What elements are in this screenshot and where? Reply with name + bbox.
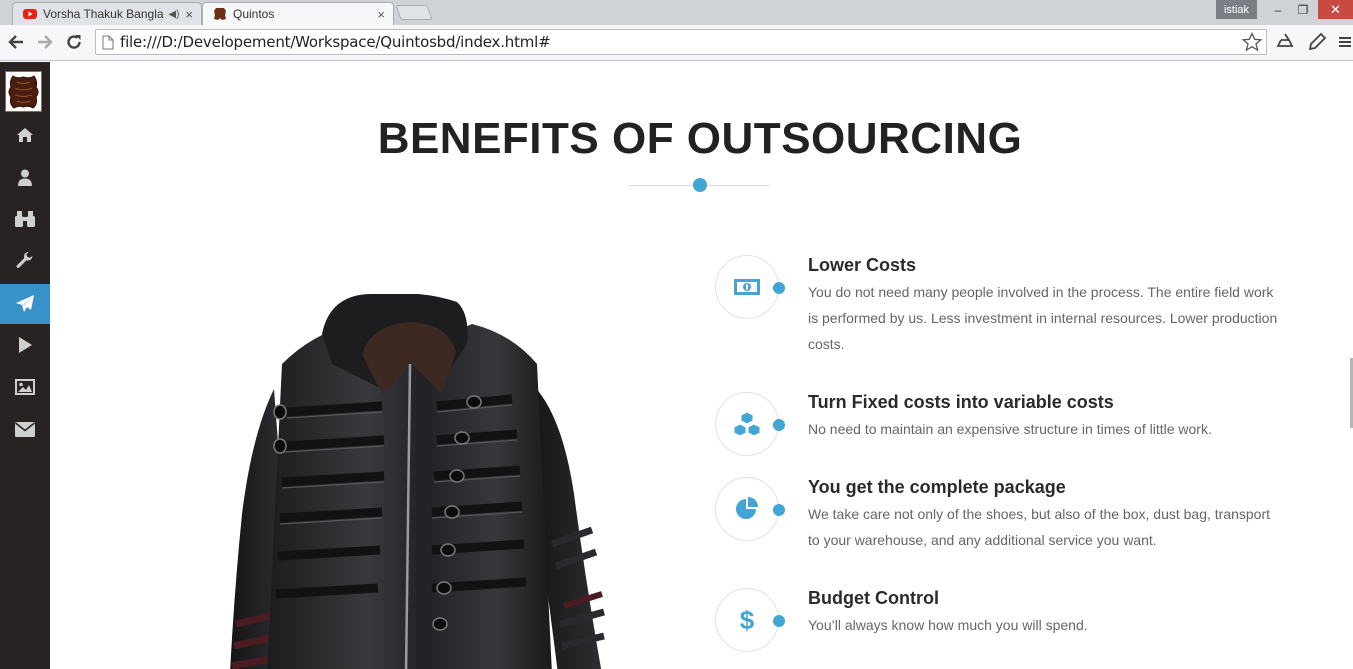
forward-arrow-icon	[38, 35, 53, 49]
browser-toolbar: file:///D:/Developement/Workspace/Quinto…	[0, 25, 1353, 61]
benefit-text: You do not need many people involved in …	[808, 284, 1278, 352]
reload-icon	[67, 35, 81, 49]
page-icon	[102, 35, 114, 50]
dollar-icon: $	[740, 606, 755, 634]
wrench-icon	[16, 252, 33, 268]
speaker-icon[interactable]: ◀)	[168, 9, 179, 20]
sidebar-item-home[interactable]	[0, 115, 50, 155]
profile-badge[interactable]: istiak	[1216, 0, 1257, 19]
tab-close-button[interactable]: ×	[185, 7, 193, 22]
benefit-text: We take care not only of the shoes, but …	[808, 506, 1271, 548]
sidebar-nav	[0, 62, 50, 669]
close-window-button[interactable]: ✕	[1318, 0, 1353, 19]
home-icon	[17, 128, 33, 142]
page-viewport: BENEFITS OF OUTSOURCING Lower Costs You …	[0, 62, 1353, 669]
benefit-dot	[773, 282, 785, 294]
benefit-dot	[773, 615, 785, 627]
minimize-button[interactable]: –	[1266, 0, 1290, 19]
benefit-icon-circle: $	[715, 588, 779, 652]
tab-quintos[interactable]: Quintos ×	[202, 2, 394, 25]
user-icon	[18, 169, 32, 186]
benefit-icon-circle	[715, 255, 779, 319]
extension-pen-button[interactable]	[1305, 30, 1329, 54]
cubes-icon	[733, 411, 761, 437]
back-arrow-icon	[8, 35, 23, 49]
sidebar-item-gallery[interactable]	[0, 367, 50, 407]
tab-title: Vorsha Thakuk Bangla	[43, 7, 164, 21]
new-tab-button[interactable]	[395, 5, 433, 20]
restore-button[interactable]: ❐	[1291, 0, 1315, 19]
sidebar-item-video[interactable]	[0, 325, 50, 365]
reload-button[interactable]	[62, 30, 86, 54]
play-icon	[19, 337, 32, 353]
sidebar-item-outsourcing[interactable]	[0, 284, 50, 324]
youtube-icon	[23, 9, 37, 19]
svg-text:$: $	[740, 606, 755, 634]
extension-recycle-button[interactable]	[1273, 30, 1297, 54]
url-text: file:///D:/Developement/Workspace/Quinto…	[120, 33, 551, 51]
tab-title: Quintos	[233, 7, 275, 21]
recycle-icon	[1276, 33, 1294, 47]
leather-hide-logo-icon	[8, 74, 39, 109]
hamburger-menu-icon	[1338, 37, 1351, 47]
benefit-title: Lower Costs	[808, 255, 917, 275]
leather-jacket-image	[230, 294, 605, 669]
money-icon	[734, 279, 760, 295]
back-button[interactable]	[4, 30, 28, 54]
bookmark-star-icon[interactable]	[1242, 32, 1262, 52]
tab-youtube[interactable]: Vorsha Thakuk Bangla ◀) ×	[12, 2, 202, 25]
benefit-text: No need to maintain an expensive structu…	[808, 421, 1212, 437]
benefit-title: You get the complete package	[808, 477, 1066, 497]
title-divider-right	[706, 185, 770, 186]
sidebar-item-contact[interactable]	[0, 409, 50, 449]
pie-chart-icon	[736, 497, 758, 519]
benefit-dot	[773, 504, 785, 516]
tab-close-button[interactable]: ×	[377, 7, 385, 22]
tab-strip: Vorsha Thakuk Bangla ◀) × Quintos × isti…	[0, 0, 1353, 25]
sidebar-item-search[interactable]	[0, 199, 50, 239]
picture-icon	[15, 379, 35, 395]
section-title: BENEFITS OF OUTSOURCING	[377, 114, 1023, 163]
leather-logo-icon	[214, 8, 226, 20]
pencil-icon	[1308, 32, 1327, 51]
brand-logo[interactable]	[5, 71, 42, 112]
menu-button[interactable]	[1336, 30, 1353, 54]
address-bar[interactable]: file:///D:/Developement/Workspace/Quinto…	[95, 29, 1267, 55]
benefit-dot	[773, 419, 785, 431]
benefit-icon-circle	[715, 477, 779, 541]
binoculars-icon	[15, 211, 35, 227]
envelope-icon	[15, 421, 35, 437]
forward-button[interactable]	[33, 30, 57, 54]
benefit-title: Turn Fixed costs into variable costs	[808, 392, 1114, 412]
title-divider-left	[628, 185, 694, 186]
paper-plane-icon	[16, 295, 34, 312]
sidebar-item-services[interactable]	[0, 241, 50, 281]
title-divider-dot	[693, 178, 707, 192]
benefit-title: Budget Control	[808, 588, 939, 608]
sidebar-item-about[interactable]	[0, 157, 50, 197]
benefit-text: You’ll always know how much you will spe…	[808, 617, 1088, 633]
benefit-icon-circle	[715, 392, 779, 456]
